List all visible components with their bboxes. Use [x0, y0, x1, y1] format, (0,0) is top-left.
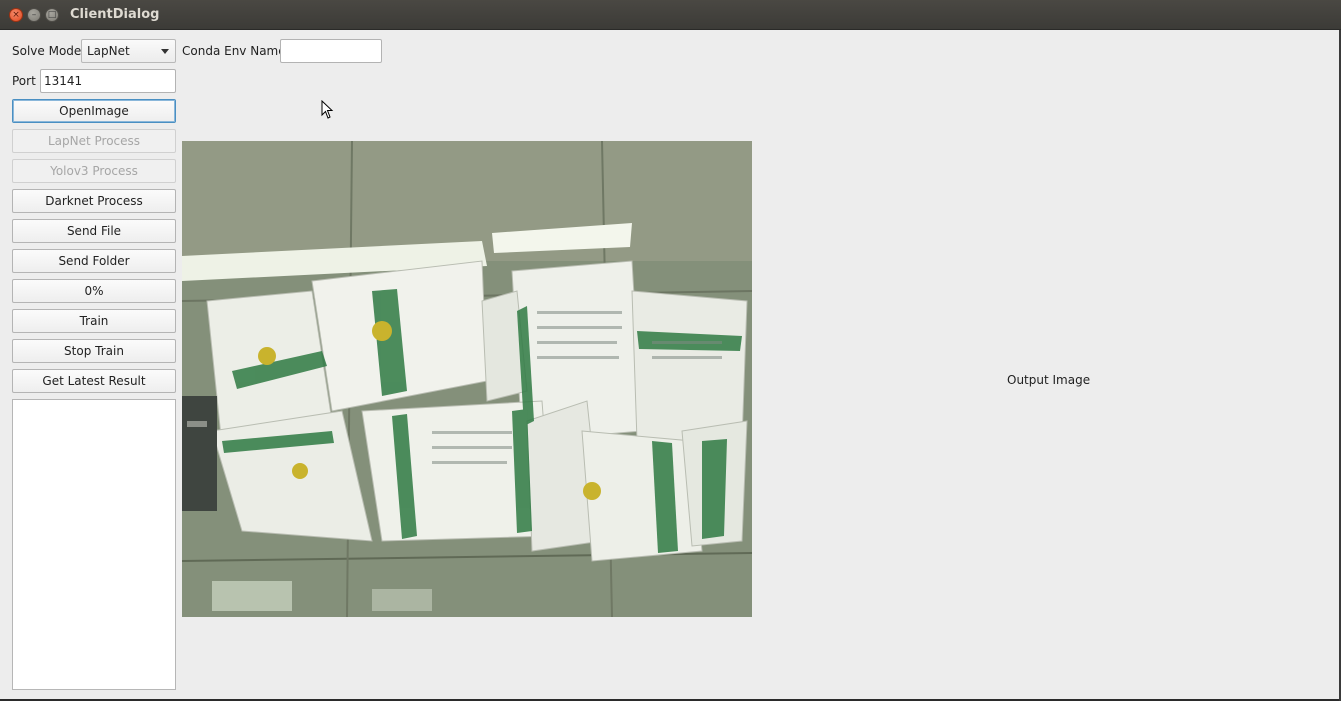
- maximize-window-button[interactable]: □: [45, 8, 59, 22]
- train-button[interactable]: Train: [12, 309, 176, 333]
- port-label: Port: [12, 74, 36, 88]
- mouse-cursor-icon: [321, 100, 334, 119]
- result-list[interactable]: [12, 399, 176, 690]
- maximize-icon: □: [47, 9, 57, 20]
- input-image: [182, 141, 752, 617]
- sacks-photo: [182, 141, 752, 617]
- solve-mode-value: LapNet: [87, 44, 130, 58]
- close-icon: ×: [12, 9, 20, 20]
- yolov3-process-button[interactable]: Yolov3 Process: [12, 159, 176, 183]
- solve-mode-select[interactable]: LapNet: [81, 39, 176, 63]
- window-title: ClientDialog: [70, 7, 160, 22]
- get-latest-result-button[interactable]: Get Latest Result: [12, 369, 176, 393]
- send-file-button[interactable]: Send File: [12, 219, 176, 243]
- port-input[interactable]: 13141: [40, 69, 176, 93]
- title-bar: × – □ ClientDialog: [0, 0, 1341, 30]
- close-window-button[interactable]: ×: [9, 8, 23, 22]
- progress-button[interactable]: 0%: [12, 279, 176, 303]
- dialog-body: Solve Mode: LapNet Conda Env Name: Port …: [0, 30, 1339, 699]
- chevron-down-icon: [161, 49, 169, 54]
- minimize-window-button[interactable]: –: [27, 8, 41, 22]
- solve-mode-label: Solve Mode:: [12, 44, 86, 58]
- stop-train-button[interactable]: Stop Train: [12, 339, 176, 363]
- conda-env-input[interactable]: [280, 39, 382, 63]
- conda-env-label: Conda Env Name:: [182, 44, 290, 58]
- lapnet-process-button[interactable]: LapNet Process: [12, 129, 176, 153]
- output-image-placeholder: Output Image: [1007, 373, 1091, 387]
- minimize-icon: –: [31, 9, 37, 20]
- send-folder-button[interactable]: Send Folder: [12, 249, 176, 273]
- darknet-process-button[interactable]: Darknet Process: [12, 189, 176, 213]
- open-image-button[interactable]: OpenImage: [12, 99, 176, 123]
